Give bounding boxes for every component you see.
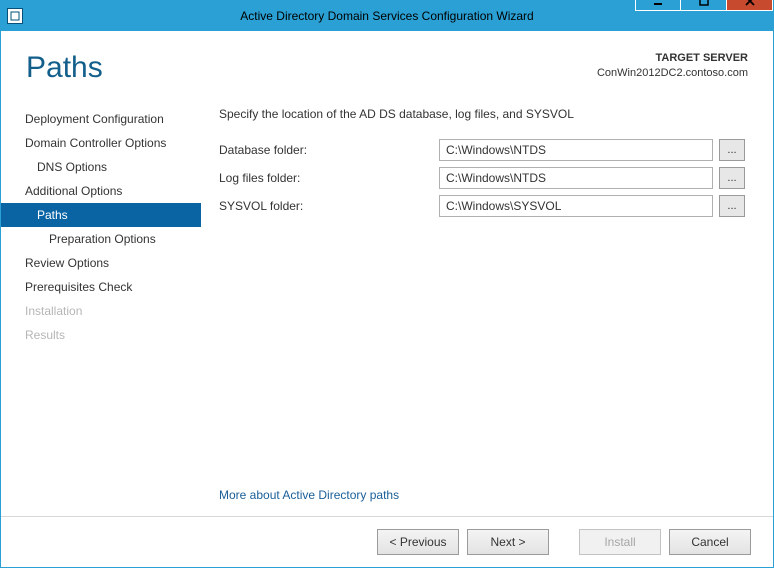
header-area: Paths TARGET SERVER ConWin2012DC2.contos… (1, 31, 773, 91)
sidebar-item-additional-options[interactable]: Additional Options (1, 179, 201, 203)
path-input[interactable] (439, 167, 713, 189)
sidebar-item-results: Results (1, 323, 201, 347)
sidebar-item-paths[interactable]: Paths (1, 203, 201, 227)
app-icon (7, 8, 23, 24)
browse-button[interactable]: ... (719, 195, 745, 217)
target-server-label: TARGET SERVER (597, 51, 748, 66)
wizard-window: Active Directory Domain Services Configu… (0, 0, 774, 568)
target-server-value: ConWin2012DC2.contoso.com (597, 66, 748, 81)
wizard-sidebar: Deployment ConfigurationDomain Controlle… (1, 103, 201, 516)
sidebar-item-review-options[interactable]: Review Options (1, 251, 201, 275)
form-row: Database folder:... (219, 139, 745, 161)
titlebar: Active Directory Domain Services Configu… (1, 1, 773, 31)
field-label: Database folder: (219, 143, 439, 157)
sidebar-item-prerequisites-check[interactable]: Prerequisites Check (1, 275, 201, 299)
maximize-button[interactable] (681, 0, 727, 11)
more-about-link[interactable]: More about Active Directory paths (219, 488, 745, 502)
form-row: Log files folder:... (219, 167, 745, 189)
install-button: Install (579, 529, 661, 555)
close-button[interactable] (727, 0, 773, 11)
content-spacer (219, 223, 745, 488)
form-row: SYSVOL folder:... (219, 195, 745, 217)
field-label: Log files folder: (219, 171, 439, 185)
path-input[interactable] (439, 139, 713, 161)
minimize-button[interactable] (635, 0, 681, 11)
browse-button[interactable]: ... (719, 139, 745, 161)
previous-button[interactable]: < Previous (377, 529, 459, 555)
mid-area: Deployment ConfigurationDomain Controlle… (1, 91, 773, 516)
sidebar-item-domain-controller-options[interactable]: Domain Controller Options (1, 131, 201, 155)
target-server-block: TARGET SERVER ConWin2012DC2.contoso.com (597, 51, 748, 81)
instruction-text: Specify the location of the AD DS databa… (219, 107, 745, 121)
window-controls (635, 0, 773, 11)
next-button[interactable]: Next > (467, 529, 549, 555)
content-area: Specify the location of the AD DS databa… (201, 103, 773, 516)
cancel-button[interactable]: Cancel (669, 529, 751, 555)
wizard-body: Paths TARGET SERVER ConWin2012DC2.contos… (1, 31, 773, 567)
sidebar-item-preparation-options[interactable]: Preparation Options (1, 227, 201, 251)
footer: < Previous Next > Install Cancel (1, 516, 773, 567)
browse-button[interactable]: ... (719, 167, 745, 189)
sidebar-item-installation: Installation (1, 299, 201, 323)
path-input[interactable] (439, 195, 713, 217)
sidebar-item-deployment-configuration[interactable]: Deployment Configuration (1, 107, 201, 131)
field-label: SYSVOL folder: (219, 199, 439, 213)
window-title: Active Directory Domain Services Configu… (1, 9, 773, 23)
page-title: Paths (26, 51, 103, 85)
sidebar-item-dns-options[interactable]: DNS Options (1, 155, 201, 179)
